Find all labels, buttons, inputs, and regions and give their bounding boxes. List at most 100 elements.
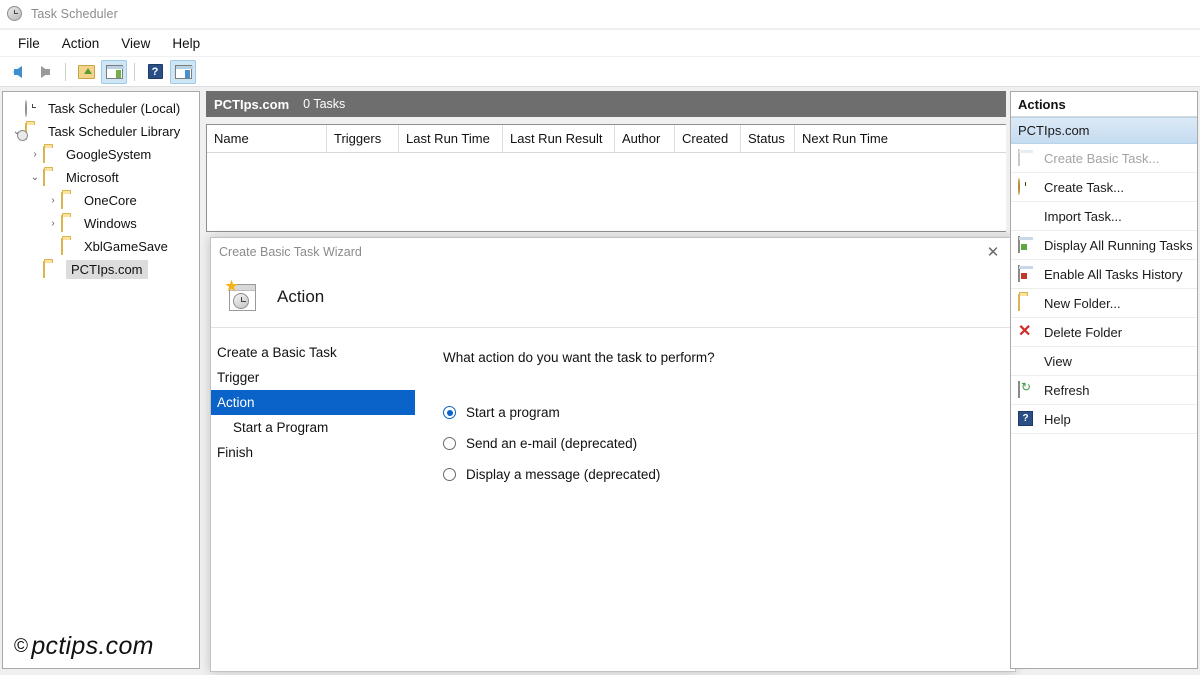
back-arrow-icon <box>13 66 22 78</box>
refresh-icon <box>1018 382 1036 398</box>
wizard-body: Create a Basic Task Trigger Action Start… <box>211 328 1015 672</box>
action-label: Display All Running Tasks <box>1044 238 1193 253</box>
wizard-titlebar: Create Basic Task Wizard ✕ <box>211 238 1015 266</box>
radio-button-icon[interactable] <box>443 437 456 450</box>
tree-item-label: Microsoft <box>66 170 119 185</box>
menu-action[interactable]: Action <box>52 33 110 54</box>
menu-view[interactable]: View <box>111 33 160 54</box>
toolbar-help-button[interactable]: ? <box>142 60 168 84</box>
chevron-right-icon[interactable]: › <box>45 219 61 229</box>
column-header-next-run-time[interactable]: Next Run Time <box>795 125 915 152</box>
column-header-author[interactable]: Author <box>615 125 675 152</box>
forward-arrow-icon <box>41 66 50 78</box>
chevron-right-icon[interactable]: › <box>27 150 43 160</box>
radio-option-label: Start a program <box>466 405 560 420</box>
create-basic-task-icon <box>1018 150 1036 166</box>
no-icon <box>1018 353 1036 369</box>
action-delete-folder[interactable]: ✕ Delete Folder <box>1011 318 1197 347</box>
wizard-step-finish[interactable]: Finish <box>211 440 421 465</box>
tree-item-label: OneCore <box>84 193 137 208</box>
center-pane-header: PCTIps.com 0 Tasks <box>206 91 1006 117</box>
menu-file[interactable]: File <box>8 33 50 54</box>
action-enable-all-tasks-history[interactable]: Enable All Tasks History <box>1011 260 1197 289</box>
action-create-task[interactable]: Create Task... <box>1011 173 1197 202</box>
console-tree: Task Scheduler (Local) ⌄ Task Scheduler … <box>3 92 199 281</box>
toolbar-forward-button[interactable] <box>32 60 58 84</box>
radio-option-start-a-program[interactable]: Start a program <box>443 405 1015 420</box>
toolbar-separator-2 <box>134 63 135 81</box>
radio-option-display-a-message[interactable]: Display a message (deprecated) <box>443 467 1015 482</box>
tree-item-pctips-com[interactable]: PCTIps.com <box>3 258 199 281</box>
chevron-down-icon[interactable]: ⌄ <box>27 173 43 183</box>
tree-item-microsoft[interactable]: ⌄ Microsoft <box>3 166 199 189</box>
wizard-step-create-a-basic-task[interactable]: Create a Basic Task <box>211 340 421 365</box>
column-header-last-run-result[interactable]: Last Run Result <box>503 125 615 152</box>
action-label: Refresh <box>1044 383 1090 398</box>
calendar-clock-new-icon <box>225 280 259 314</box>
wizard-step-action[interactable]: Action <box>211 390 415 415</box>
task-scheduler-clock-icon <box>7 6 23 22</box>
tree-item-task-scheduler-local[interactable]: Task Scheduler (Local) <box>3 97 199 120</box>
wizard-question-text: What action do you want the task to perf… <box>443 350 1015 365</box>
radio-option-label: Display a message (deprecated) <box>466 467 660 482</box>
radio-option-send-an-email[interactable]: Send an e-mail (deprecated) <box>443 436 1015 451</box>
actions-pane-title: Actions <box>1011 92 1197 117</box>
display-running-tasks-icon <box>1018 237 1036 253</box>
radio-button-icon[interactable] <box>443 468 456 481</box>
action-display-all-running-tasks[interactable]: Display All Running Tasks <box>1011 231 1197 260</box>
tree-item-task-scheduler-library[interactable]: ⌄ Task Scheduler Library <box>3 120 199 143</box>
center-pane: PCTIps.com 0 Tasks Name Triggers Last Ru… <box>206 91 1006 669</box>
column-header-status[interactable]: Status <box>741 125 795 152</box>
new-folder-icon <box>1018 295 1036 311</box>
wizard-step-label: Action <box>217 395 255 410</box>
tree-item-onecore[interactable]: › OneCore <box>3 189 199 212</box>
column-header-last-run-time[interactable]: Last Run Time <box>399 125 503 152</box>
watermark: ©pctips.com <box>14 632 154 661</box>
action-import-task[interactable]: Import Task... <box>1011 202 1197 231</box>
column-header-created[interactable]: Created <box>675 125 741 152</box>
folder-icon <box>43 170 61 185</box>
action-new-folder[interactable]: New Folder... <box>1011 289 1197 318</box>
tree-item-label: GoogleSystem <box>66 147 151 162</box>
task-count-label: 0 Tasks <box>303 97 345 111</box>
action-label: Create Task... <box>1044 180 1124 195</box>
window-titlebar: Task Scheduler <box>0 0 1200 28</box>
tree-item-windows[interactable]: › Windows <box>3 212 199 235</box>
toolbar-up-folder-button[interactable] <box>73 60 99 84</box>
enable-history-icon <box>1018 266 1036 282</box>
action-create-basic-task[interactable]: Create Basic Task... <box>1011 144 1197 173</box>
tree-item-xblgamesave[interactable]: XblGameSave <box>3 235 199 258</box>
radio-button-icon[interactable] <box>443 406 456 419</box>
action-label: Import Task... <box>1044 209 1122 224</box>
toolbar-action-pane-button[interactable] <box>170 60 196 84</box>
toolbar-back-button[interactable] <box>4 60 30 84</box>
column-header-triggers[interactable]: Triggers <box>327 125 399 152</box>
action-label: Delete Folder <box>1044 325 1122 340</box>
wizard-step-label: Start a Program <box>233 420 328 435</box>
clock-icon <box>25 101 43 116</box>
action-refresh[interactable]: Refresh <box>1011 376 1197 405</box>
toolbar-console-tree-button[interactable] <box>101 60 127 84</box>
create-basic-task-wizard-dialog: Create Basic Task Wizard ✕ Action Create… <box>210 237 1016 672</box>
copyright-symbol: © <box>14 636 28 657</box>
tree-item-googlesystem[interactable]: › GoogleSystem <box>3 143 199 166</box>
chevron-right-icon[interactable]: › <box>45 196 61 206</box>
close-icon[interactable]: ✕ <box>971 238 1015 266</box>
library-folder-icon <box>25 124 43 139</box>
actions-group-header-pctips-com[interactable]: PCTIps.com <box>1011 117 1197 144</box>
tree-item-label: Windows <box>84 216 137 231</box>
column-header-name[interactable]: Name <box>207 125 327 152</box>
action-help[interactable]: ? Help <box>1011 405 1197 434</box>
task-list-column-headers: Name Triggers Last Run Time Last Run Res… <box>207 125 1006 153</box>
workspace: Task Scheduler (Local) ⌄ Task Scheduler … <box>0 88 1200 675</box>
menubar: File Action View Help <box>0 30 1200 56</box>
action-view[interactable]: View <box>1011 347 1197 376</box>
wizard-page-heading: Action <box>277 287 324 307</box>
wizard-step-trigger[interactable]: Trigger <box>211 365 421 390</box>
no-icon <box>1018 208 1036 224</box>
action-label: New Folder... <box>1044 296 1121 311</box>
menu-help[interactable]: Help <box>162 33 210 54</box>
help-icon: ? <box>1018 411 1036 427</box>
wizard-step-start-a-program[interactable]: Start a Program <box>211 415 421 440</box>
wizard-title: Create Basic Task Wizard <box>219 245 362 259</box>
